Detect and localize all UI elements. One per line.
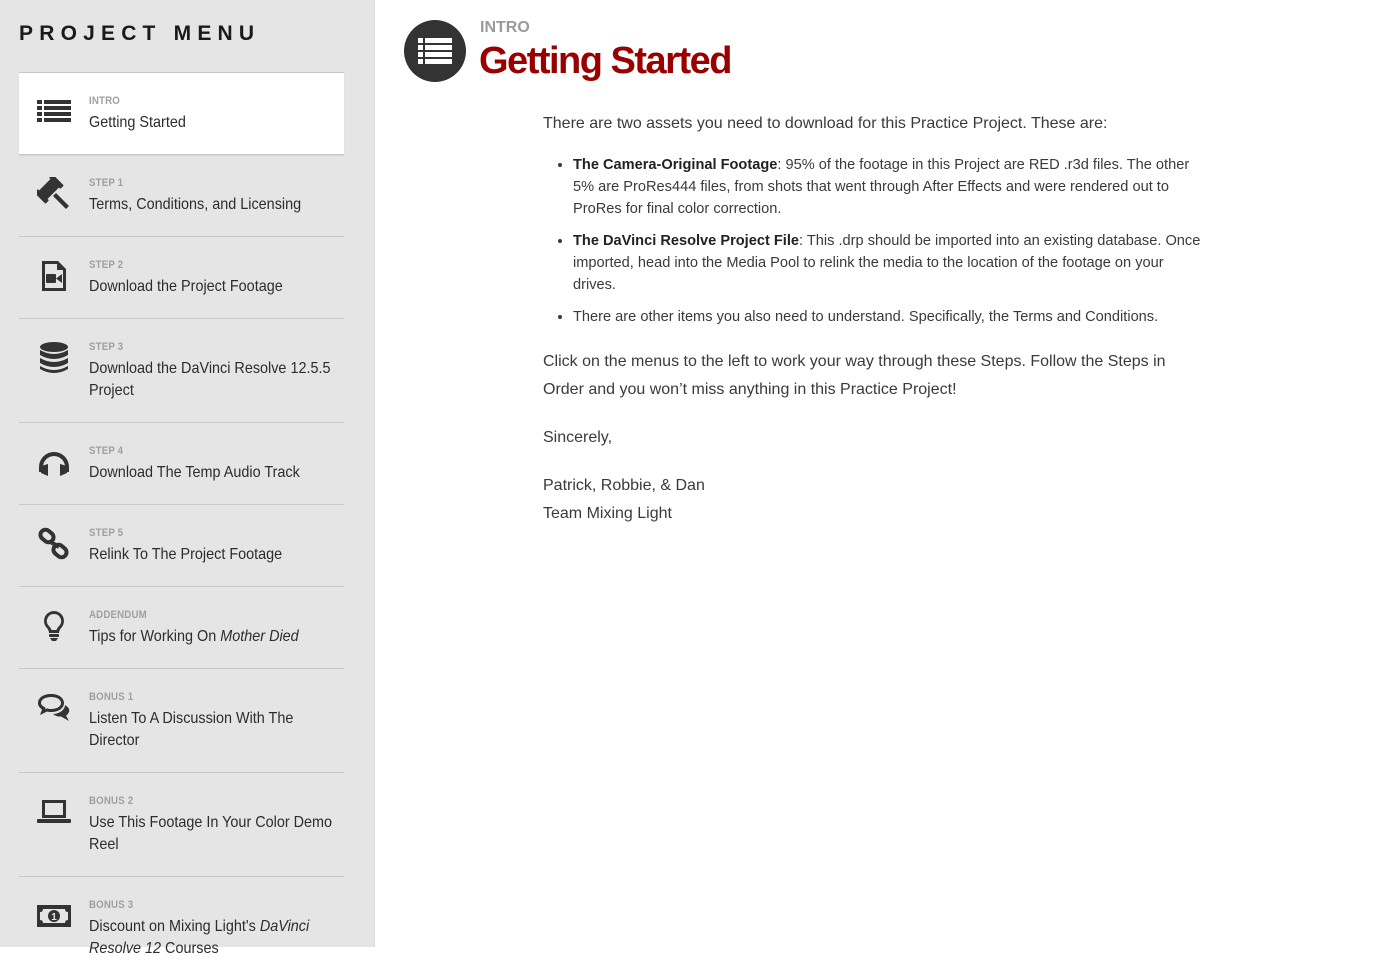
menu-item-label: Discount on Mixing Light's DaVinci Resol…: [89, 916, 334, 960]
menu-item-step: INTRO: [89, 95, 121, 107]
menu-item-step-2[interactable]: STEP 2 Download the Project Footage: [19, 237, 344, 319]
project-menu: INTRO Getting Started STEP 1 Terms, Cond…: [19, 72, 344, 980]
menu-item-step: STEP 2: [89, 259, 124, 271]
menu-item-step: BONUS 3: [89, 899, 134, 911]
menu-item-step: STEP 1: [89, 177, 124, 189]
label-prefix: Discount on Mixing Light's: [89, 918, 260, 935]
sidebar: PROJECT MENU INTRO Getting Started STEP …: [0, 0, 375, 957]
signature-team: Team Mixing Light: [543, 505, 672, 522]
page-eyebrow: INTRO: [480, 19, 530, 36]
menu-item-step: STEP 4: [89, 445, 124, 457]
menu-item-label: Download the DaVinci Resolve 12.5.5 Proj…: [89, 360, 331, 399]
menu-item-step-1[interactable]: STEP 1 Terms, Conditions, and Licensing: [19, 155, 344, 237]
list-item-title: The DaVinci Resolve Project File: [573, 233, 800, 249]
signature-names: Patrick, Robbie, & Dan: [543, 477, 705, 494]
menu-item-step-3[interactable]: STEP 3 Download the DaVinci Resolve 12.5…: [19, 319, 344, 423]
label-prefix: Tips for Working On: [89, 628, 221, 645]
menu-item-label: Use This Footage In Your Color Demo Reel: [89, 814, 333, 853]
header-list-icon: [404, 20, 466, 82]
menu-item-step: ADDENDUM: [89, 609, 147, 621]
menu-item-label: Terms, Conditions, and Licensing: [89, 196, 302, 213]
money-icon: 1: [19, 899, 89, 933]
headphones-icon: [19, 445, 89, 479]
list-item-title: The Camera-Original Footage: [573, 157, 778, 173]
instructions-paragraph: Click on the menus to the left to work y…: [543, 353, 1166, 398]
link-icon: [19, 527, 89, 561]
svg-text:1: 1: [51, 912, 57, 923]
menu-item-step: BONUS 2: [89, 795, 134, 807]
menu-item-label: Download the Project Footage: [89, 278, 283, 295]
label-suffix: Courses: [161, 940, 219, 957]
laptop-icon: [19, 795, 89, 829]
video-file-icon: [19, 259, 89, 293]
list-item: There are other items you also need to u…: [573, 306, 1203, 328]
main-content: There are two assets you need to downloa…: [543, 110, 1203, 528]
list-item: The DaVinci Resolve Project File: This .…: [573, 230, 1203, 296]
menu-item-bonus-2[interactable]: BONUS 2 Use This Footage In Your Color D…: [19, 773, 344, 877]
menu-item-label: Tips for Working On Mother Died: [89, 626, 334, 648]
menu-item-label: Download The Temp Audio Track: [89, 464, 300, 481]
menu-item-bonus-1[interactable]: BONUS 1 Listen To A Discussion With The …: [19, 669, 344, 773]
menu-item-step-4[interactable]: STEP 4 Download The Temp Audio Track: [19, 423, 344, 505]
list-icon: [19, 95, 89, 129]
gavel-icon: [19, 177, 89, 211]
intro-paragraph: There are two assets you need to downloa…: [543, 115, 1108, 132]
menu-item-intro[interactable]: INTRO Getting Started: [19, 72, 344, 155]
asset-list: The Camera-Original Footage: 95% of the …: [543, 154, 1203, 328]
list-item: The Camera-Original Footage: 95% of the …: [573, 154, 1203, 220]
page-title: Getting Started: [479, 40, 732, 82]
menu-item-step-5[interactable]: STEP 5 Relink To The Project Footage: [19, 505, 344, 587]
lightbulb-icon: [19, 609, 89, 643]
label-italic: Mother Died: [220, 628, 299, 645]
comments-icon: [19, 691, 89, 725]
menu-item-label: Listen To A Discussion With The Director: [89, 710, 294, 749]
menu-item-step: STEP 5: [89, 527, 124, 539]
menu-item-addendum[interactable]: ADDENDUM Tips for Working On Mother Died: [19, 587, 344, 669]
menu-item-step: STEP 3: [89, 341, 124, 353]
database-icon: [19, 341, 89, 375]
list-item-text: There are other items you also need to u…: [573, 309, 1159, 325]
menu-item-step: BONUS 1: [89, 691, 134, 703]
sidebar-title: PROJECT MENU: [19, 22, 261, 45]
menu-item-bonus-3[interactable]: 1 BONUS 3 Discount on Mixing Light's DaV…: [19, 877, 344, 980]
menu-item-label: Relink To The Project Footage: [89, 546, 283, 563]
menu-item-label: Getting Started: [89, 114, 186, 131]
closing: Sincerely,: [543, 429, 613, 446]
